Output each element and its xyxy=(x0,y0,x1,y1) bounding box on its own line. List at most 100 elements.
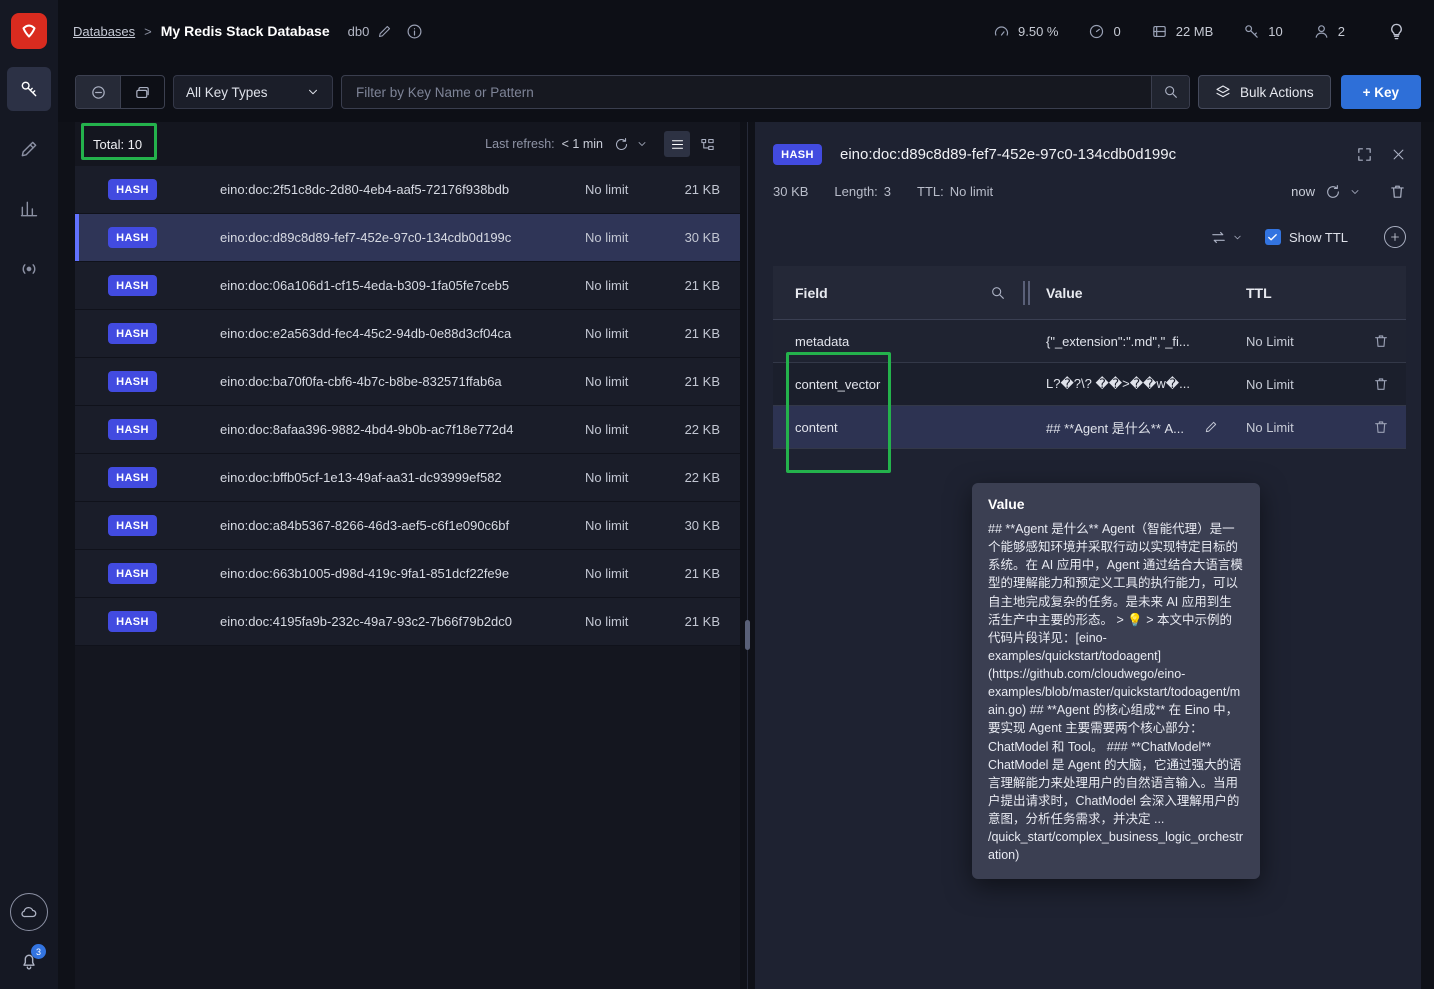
search-submit-button[interactable] xyxy=(1151,76,1190,108)
key-list-row[interactable]: HASH eino:doc:06a106d1-cf15-4eda-b309-1f… xyxy=(75,262,740,310)
length-value: 3 xyxy=(883,184,892,199)
key-size: 21 KB xyxy=(684,278,720,293)
field-name: content_vector xyxy=(795,376,881,392)
sidebar-item-browser[interactable] xyxy=(7,67,51,111)
key-type-select[interactable]: All Key Types xyxy=(173,75,333,109)
key-list-row[interactable]: HASH eino:doc:4195fa9b-232c-49a7-93c2-7b… xyxy=(75,598,740,646)
hash-field-row-selected[interactable]: content ## **Agent 是什么** A... No Limit xyxy=(773,406,1406,449)
sidebar-item-workbench[interactable] xyxy=(7,127,51,171)
key-list-row[interactable]: HASH eino:doc:663b1005-d98d-419c-9fa1-85… xyxy=(75,550,740,598)
cloud-button[interactable] xyxy=(10,893,48,931)
key-ttl: No limit xyxy=(585,566,629,581)
insights-button[interactable] xyxy=(1387,22,1406,41)
last-refresh-block: Last refresh: < 1 min xyxy=(485,137,648,152)
close-icon xyxy=(1393,149,1404,160)
hash-field-row[interactable]: metadata {"_extension":".md","_fi... No … xyxy=(773,320,1406,363)
delete-field-button[interactable] xyxy=(1373,419,1389,435)
refresh-keys-button[interactable] xyxy=(614,137,629,152)
tree-view-button[interactable] xyxy=(694,131,720,157)
key-list-row-selected[interactable]: HASH eino:doc:d89c8d89-fef7-452e-97c0-13… xyxy=(75,214,740,262)
trash-icon xyxy=(1375,378,1387,390)
key-ttl: No limit xyxy=(585,374,629,389)
key-list-row[interactable]: HASH eino:doc:2f51c8dc-2d80-4eb4-aaf5-72… xyxy=(75,166,740,214)
add-field-button[interactable] xyxy=(1384,226,1406,248)
key-type-badge: HASH xyxy=(108,563,157,584)
key-list-row[interactable]: HASH eino:doc:ba70f0fa-cbf6-4b7c-b8be-83… xyxy=(75,358,740,406)
key-type-badge: HASH xyxy=(108,419,157,440)
edit-db-alias-button[interactable] xyxy=(377,24,392,39)
hash-field-row[interactable]: content_vector L?�?\? ��>��w�... No Limi… xyxy=(773,363,1406,406)
key-ttl: No limit xyxy=(585,518,629,533)
layers-icon xyxy=(1216,85,1230,98)
sidebar-item-analytics[interactable] xyxy=(7,187,51,231)
close-details-button[interactable] xyxy=(1391,147,1406,162)
show-ttl-checkbox[interactable]: Show TTL xyxy=(1264,229,1348,245)
search-index-button[interactable] xyxy=(120,76,164,108)
key-list-row[interactable]: HASH eino:doc:8afaa396-9882-4bd4-9b0b-ac… xyxy=(75,406,740,454)
key-type-badge: HASH xyxy=(108,323,157,344)
key-type-badge: HASH xyxy=(108,467,157,488)
format-selector[interactable] xyxy=(1210,229,1243,246)
resizer-handle[interactable] xyxy=(745,620,750,650)
notifications-button[interactable]: 3 xyxy=(19,944,46,971)
key-ttl: No limit xyxy=(585,326,629,341)
search-fields-button[interactable] xyxy=(990,285,1006,301)
pencil-icon xyxy=(1205,421,1217,433)
column-resize-handle[interactable] xyxy=(1023,281,1030,305)
list-view-button[interactable] xyxy=(664,131,690,157)
ops-gauge-icon xyxy=(1088,23,1105,40)
chevron-down-icon xyxy=(309,89,317,95)
last-refresh-value: < 1 min xyxy=(561,137,603,151)
field-value[interactable]: L?�?\? ��>��w�... xyxy=(1026,376,1224,392)
key-size: 21 KB xyxy=(684,374,720,389)
notification-badge: 3 xyxy=(31,944,46,959)
redisinsight-app: 3 Databases > My Redis Stack Database db… xyxy=(0,0,1434,989)
cpu-value: 9.50 % xyxy=(1018,23,1059,39)
field-value[interactable]: ## **Agent 是什么** A... xyxy=(1026,418,1224,437)
sidebar-item-pubsub[interactable] xyxy=(7,247,51,291)
panel-resizer[interactable] xyxy=(740,122,755,989)
resizer-line xyxy=(747,122,748,989)
field-actions xyxy=(1356,419,1406,435)
key-list-row[interactable]: HASH eino:doc:bffb05cf-1e13-49af-aa31-dc… xyxy=(75,454,740,502)
filter-by-pattern-button[interactable] xyxy=(76,76,120,108)
analytics-chart-icon xyxy=(20,201,38,217)
trash-icon xyxy=(1391,185,1404,198)
key-details-header: HASH eino:doc:d89c8d89-fef7-452e-97c0-13… xyxy=(773,144,1406,165)
refresh-details-button[interactable] xyxy=(1325,184,1341,200)
field-value[interactable]: {"_extension":".md","_fi... xyxy=(1026,334,1224,349)
view-toggle-group xyxy=(664,131,720,157)
key-type-badge: HASH xyxy=(108,227,157,248)
delete-field-button[interactable] xyxy=(1373,376,1389,392)
metric-memory: 22 MB xyxy=(1151,23,1213,40)
refresh-icon xyxy=(1327,184,1339,198)
search-input[interactable] xyxy=(342,76,1152,108)
key-size-value: 30 KB xyxy=(773,184,809,199)
key-size: 22 KB xyxy=(684,422,720,437)
key-search xyxy=(341,75,1191,109)
db-info-button[interactable] xyxy=(406,23,423,40)
delete-field-button[interactable] xyxy=(1373,333,1389,349)
key-name: eino:doc:4195fa9b-232c-49a7-93c2-7b66f79… xyxy=(220,614,513,629)
length-label: Length: xyxy=(834,184,878,199)
edit-value-button[interactable] xyxy=(1204,420,1218,434)
add-key-button[interactable]: + Key xyxy=(1340,75,1421,109)
key-list-row[interactable]: HASH eino:doc:a84b5367-8266-46d3-aef5-c6… xyxy=(75,502,740,550)
redis-logo[interactable] xyxy=(11,13,47,49)
key-size: 21 KB xyxy=(684,182,720,197)
trash-icon xyxy=(1375,335,1387,347)
breadcrumb-databases-link[interactable]: Databases xyxy=(73,24,135,39)
table-header-row: Field Value TTL xyxy=(773,266,1406,320)
breadcrumb-separator: > xyxy=(144,23,152,39)
field-name: content xyxy=(795,419,838,435)
field-ttl: No Limit xyxy=(1246,419,1294,435)
keys-value: 10 xyxy=(1268,23,1283,39)
key-name: eino:doc:d89c8d89-fef7-452e-97c0-134cdb0… xyxy=(220,230,512,245)
fullscreen-button[interactable] xyxy=(1356,146,1373,163)
auto-refresh-dropdown[interactable] xyxy=(636,138,648,150)
key-list-row[interactable]: HASH eino:doc:e2a563dd-fec4-45c2-94db-0e… xyxy=(75,310,740,358)
auto-refresh-config-dropdown[interactable] xyxy=(1349,186,1361,198)
delete-key-button[interactable] xyxy=(1389,183,1406,200)
keys-total-label: Total: 10 xyxy=(93,136,143,152)
bulk-actions-button[interactable]: Bulk Actions xyxy=(1198,75,1331,109)
